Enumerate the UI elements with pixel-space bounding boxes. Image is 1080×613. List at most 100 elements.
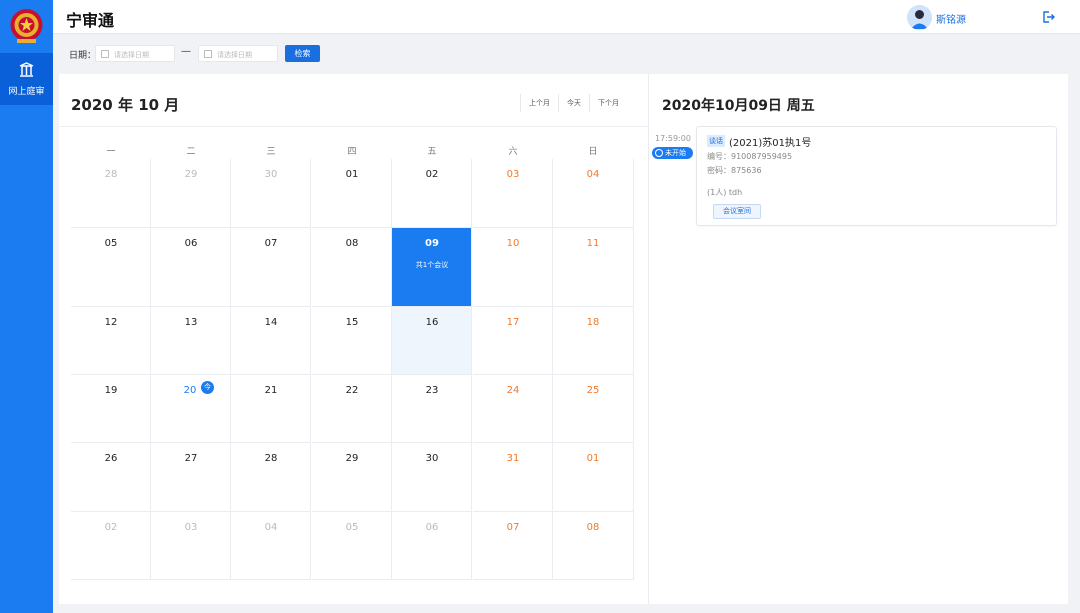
calendar-day[interactable]: 06 (151, 228, 231, 307)
day-number: 29 (345, 453, 359, 464)
meeting-card[interactable]: 谈话 (2021)苏01执1号 编号：910087959495 密码：87563… (696, 126, 1057, 226)
weekday-header: 四 (347, 147, 357, 157)
calendar-day[interactable]: 02 (71, 512, 151, 580)
day-number: 11 (586, 238, 600, 249)
calendar-day[interactable]: 30 (392, 443, 472, 512)
calendar-day[interactable]: 12 (71, 307, 151, 375)
calendar-day[interactable]: 31 (473, 443, 553, 512)
prev-month-button[interactable]: 上个月 (520, 94, 558, 112)
next-month-button[interactable]: 下个月 (589, 94, 627, 112)
calendar-day[interactable]: 08 (553, 512, 634, 580)
sidebar-item-online-trial[interactable]: 网上庭审 (0, 53, 53, 105)
day-number: 06 (425, 522, 439, 533)
day-number: 03 (184, 522, 198, 533)
day-number: 02 (104, 522, 118, 533)
day-number: 30 (264, 169, 278, 180)
day-number: 20 (183, 385, 197, 396)
day-number: 08 (345, 238, 359, 249)
calendar-day[interactable]: 29 (151, 159, 231, 228)
weekday-header: 一 (106, 147, 116, 157)
day-number: 27 (184, 453, 198, 464)
day-number: 05 (104, 238, 118, 249)
day-number: 10 (506, 238, 520, 249)
calendar-day[interactable]: 10 (473, 228, 553, 307)
logout-icon[interactable] (1041, 10, 1055, 24)
calendar-day[interactable]: 28 (231, 443, 311, 512)
calendar-day[interactable]: 19 (71, 375, 151, 443)
calendar-day[interactable]: 06 (392, 512, 472, 580)
calendar-panel: 2020 年 10 月 上个月 今天 下个月 一 二 三 四 五 六 日 28 29 30 01 0… (59, 74, 648, 604)
calendar-day[interactable]: 01 (312, 159, 392, 228)
day-number: 18 (586, 317, 600, 328)
day-number: 29 (184, 169, 198, 180)
calendar-day[interactable]: 03 (473, 159, 553, 228)
day-number: 14 (264, 317, 278, 328)
calendar-day[interactable]: 07 (473, 512, 553, 580)
calendar-day[interactable]: 15 (312, 307, 392, 375)
calendar-day[interactable]: 24 (473, 375, 553, 443)
calendar-day[interactable]: 05 (71, 228, 151, 307)
calendar-day[interactable]: 02 (392, 159, 472, 228)
day-number: 01 (345, 169, 359, 180)
court-emblem-logo (10, 9, 43, 43)
calendar-day[interactable]: 29 (312, 443, 392, 512)
calendar-day[interactable]: 25 (553, 375, 634, 443)
app-title: 宁审通 (66, 11, 115, 30)
calendar-day[interactable]: 07 (231, 228, 311, 307)
top-header: 宁审通 斯铭源 (53, 0, 1080, 34)
day-number: 19 (104, 385, 118, 396)
calendar-day[interactable]: 04 (231, 512, 311, 580)
today-button[interactable]: 今天 (558, 94, 589, 112)
day-detail-panel: 2020年10月09日 周五 17:59:00 未开始 谈话 (2021)苏01… (648, 74, 1068, 604)
day-number: 12 (104, 317, 118, 328)
day-number: 07 (264, 238, 278, 249)
weekday-header: 六 (508, 147, 518, 157)
day-number: 04 (586, 169, 600, 180)
calendar-day-today[interactable]: 20 今 (151, 375, 231, 443)
calendar-day[interactable]: 23 (392, 375, 472, 443)
username[interactable]: 斯铭源 (936, 11, 966, 26)
case-number: (2021)苏01执1号 (729, 138, 812, 149)
calendar-day[interactable]: 14 (231, 307, 311, 375)
calendar-day[interactable]: 13 (151, 307, 231, 375)
day-number: 03 (506, 169, 520, 180)
day-number: 17 (506, 317, 520, 328)
day-number: 02 (425, 169, 439, 180)
calendar-day[interactable]: 17 (473, 307, 553, 375)
meeting-number: 编号：910087959495 (707, 152, 793, 161)
calendar-day[interactable]: 28 (71, 159, 151, 228)
participants: (1人) tdh (707, 188, 743, 197)
calendar-day[interactable]: 30 (231, 159, 311, 228)
end-date-input[interactable]: 请选择日期 (198, 45, 278, 62)
start-date-input[interactable]: 请选择日期 (95, 45, 175, 62)
search-button[interactable]: 检索 (285, 45, 320, 62)
day-number: 30 (425, 453, 439, 464)
calendar-day[interactable]: 08 (312, 228, 392, 307)
day-number: 01 (586, 453, 600, 464)
calendar-day[interactable]: 18 (553, 307, 634, 375)
weekday-header: 五 (427, 147, 437, 157)
avatar[interactable] (907, 5, 932, 30)
date-label: 日期： (69, 51, 97, 61)
calendar-day[interactable]: 27 (151, 443, 231, 512)
calendar-day[interactable]: 04 (553, 159, 634, 228)
day-number: 31 (506, 453, 520, 464)
calendar-day[interactable]: 05 (312, 512, 392, 580)
calendar-day[interactable]: 01 (553, 443, 634, 512)
calendar-day[interactable]: 16 (392, 307, 472, 375)
calendar-day-selected[interactable]: 09 共1个会议 (392, 228, 472, 307)
calendar-day[interactable]: 22 (312, 375, 392, 443)
calendar-day[interactable]: 11 (553, 228, 634, 307)
day-number: 24 (506, 385, 520, 396)
court-icon (19, 62, 34, 77)
weekday-header: 三 (266, 147, 276, 157)
date-filter-bar: 日期： 请选择日期 — 请选择日期 检索 (53, 34, 1080, 72)
calendar-day[interactable]: 21 (231, 375, 311, 443)
calendar-day[interactable]: 03 (151, 512, 231, 580)
day-number: 22 (345, 385, 359, 396)
meeting-time: 17:59:00 (655, 134, 691, 143)
status-text: 未开始 (665, 149, 686, 157)
sidebar-item-label: 网上庭审 (8, 87, 45, 97)
meeting-room-button[interactable]: 会议室间 (713, 204, 761, 219)
calendar-day[interactable]: 26 (71, 443, 151, 512)
